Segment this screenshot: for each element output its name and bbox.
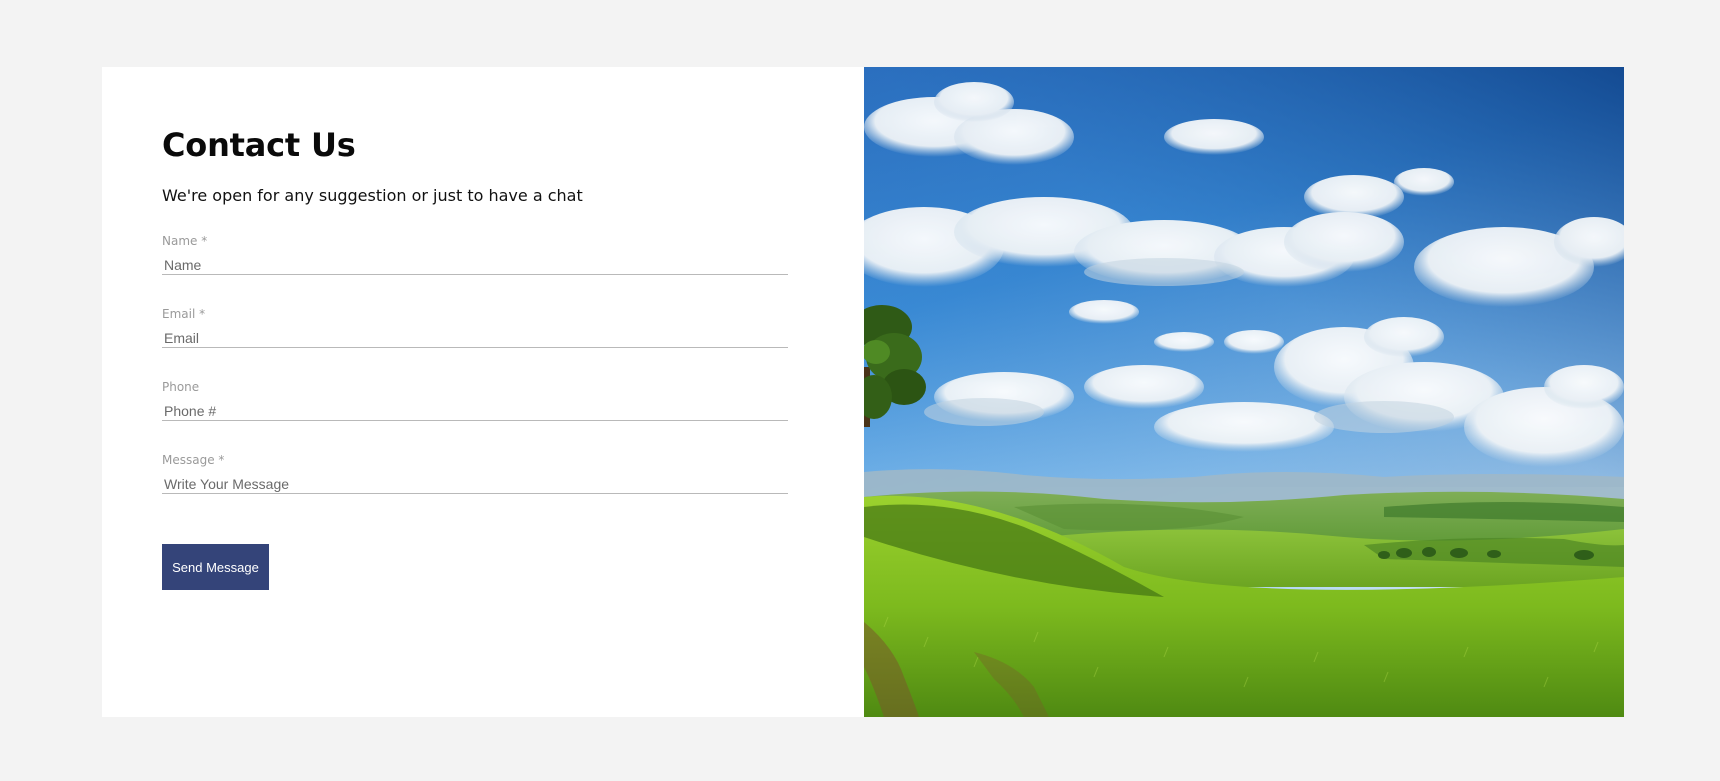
phone-field-group: Phone	[162, 380, 788, 421]
email-input[interactable]	[162, 329, 788, 348]
landscape-illustration	[864, 67, 1624, 717]
email-field-group: Email *	[162, 307, 788, 348]
message-label: Message *	[162, 453, 225, 467]
page-title: Contact Us	[162, 126, 356, 164]
name-input[interactable]	[162, 256, 788, 275]
name-label: Name *	[162, 234, 208, 248]
contact-form: Name * Email * Phone Message * Send Mess…	[162, 234, 864, 590]
name-field-group: Name *	[162, 234, 788, 275]
send-message-button[interactable]: Send Message	[162, 544, 269, 590]
message-field-group: Message *	[162, 453, 788, 494]
contact-form-panel: Contact Us We're open for any suggestion…	[102, 67, 864, 717]
landscape-image	[864, 67, 1624, 717]
message-input[interactable]	[162, 475, 788, 494]
page-subtitle: We're open for any suggestion or just to…	[162, 186, 583, 205]
contact-card: Contact Us We're open for any suggestion…	[102, 67, 1624, 717]
phone-label: Phone	[162, 380, 200, 394]
phone-input[interactable]	[162, 402, 788, 421]
email-label: Email *	[162, 307, 206, 321]
